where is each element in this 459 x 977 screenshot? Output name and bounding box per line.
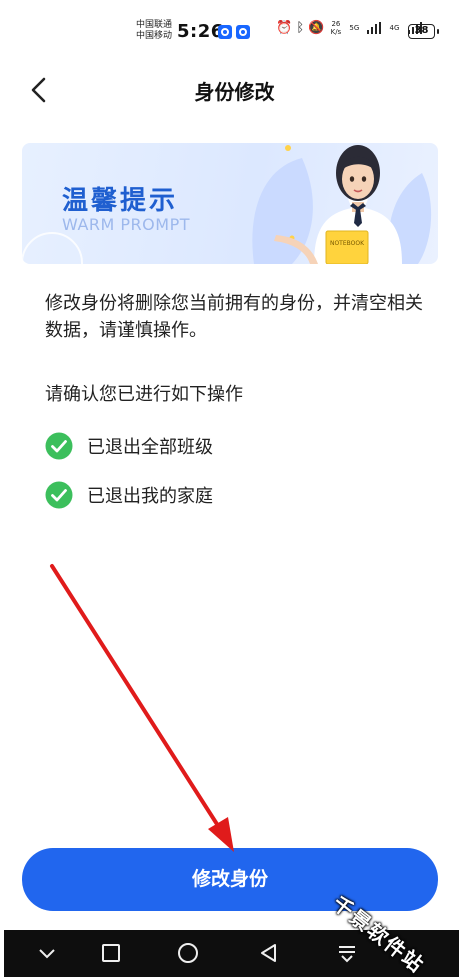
app-notification-icon — [218, 25, 232, 39]
home-circle-icon[interactable] — [177, 942, 199, 964]
chevron-down-icon[interactable] — [36, 942, 58, 964]
back-triangle-icon[interactable] — [258, 942, 280, 964]
confirm-heading: 请确认您已进行如下操作 — [45, 384, 243, 405]
checklist-label: 已退出我的家庭 — [87, 486, 213, 507]
checklist-item-family: 已退出我的家庭 — [45, 481, 213, 509]
net-speed: 26 K/s — [330, 20, 342, 36]
bluetooth-icon: ᛒ — [296, 20, 305, 36]
warm-prompt-banner: NOTEBOOK 温馨提示 WARM PROMPT — [22, 143, 438, 264]
net-type-1: 5G — [349, 24, 360, 32]
system-icons: ⏰ ᛒ 🔕 26 K/s 5G 4G — [276, 20, 424, 36]
modify-identity-button[interactable]: 修改身份 — [22, 848, 438, 911]
carrier-2: 中国移动 — [136, 31, 173, 41]
check-circle-icon — [45, 481, 73, 509]
warning-notice: 修改身份将删除您当前拥有的身份，并清空相关数据，请谨慎操作。 — [45, 293, 423, 341]
alarm-icon: ⏰ — [276, 20, 293, 36]
check-circle-icon — [45, 432, 73, 460]
app-notification-icon-2 — [236, 25, 250, 39]
notification-pull-icon[interactable] — [336, 942, 358, 964]
checklist-label: 已退出全部班级 — [87, 437, 213, 458]
page-title: 身份修改 — [194, 80, 275, 104]
carrier-labels: 中国联通 中国移动 — [136, 20, 172, 42]
net-type-2: 4G — [389, 24, 400, 32]
banner-title: 温馨提示 — [62, 186, 179, 216]
signal-icon — [367, 22, 382, 34]
book-label: NOTEBOOK — [330, 240, 365, 247]
checklist-item-classes: 已退出全部班级 — [45, 432, 213, 460]
mute-icon: 🔕 — [308, 20, 325, 36]
carrier-1: 中国联通 — [136, 20, 173, 30]
banner-subtitle: WARM PROMPT — [62, 215, 190, 234]
battery-indicator: 38 — [408, 24, 439, 39]
recents-square-icon[interactable] — [100, 942, 122, 964]
status-bar: 中国联通 中国移动 5:26 ⏰ ᛒ 🔕 26 K/s 5G 4G 38 — [0, 16, 459, 50]
status-time: 5:26 — [177, 21, 224, 42]
